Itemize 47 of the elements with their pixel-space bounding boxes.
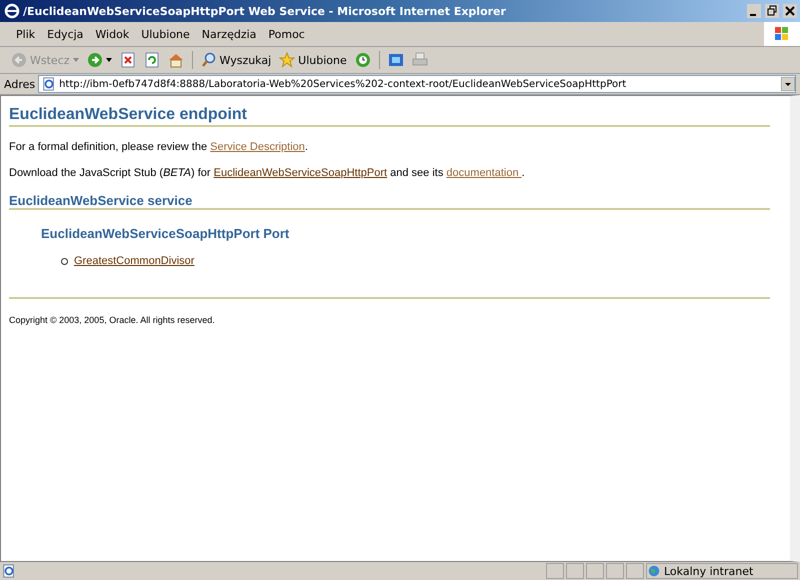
definition-text: For a formal definition, please review the Service Description. bbox=[9, 141, 309, 153]
ie-logo-icon bbox=[4, 3, 20, 19]
menu-item[interactable]: Widok bbox=[89, 28, 136, 40]
globe-icon bbox=[647, 564, 661, 578]
status-pane bbox=[626, 563, 644, 579]
status-pane bbox=[586, 563, 604, 579]
window-icon bbox=[388, 52, 404, 68]
star-icon bbox=[279, 52, 296, 68]
address-label: Adres bbox=[4, 78, 36, 90]
windows-logo-icon bbox=[764, 22, 800, 46]
dropdown-arrow-icon[interactable] bbox=[781, 77, 795, 91]
printer-icon bbox=[412, 52, 428, 68]
favorites-button[interactable]: Ulubione bbox=[276, 50, 350, 70]
minimize-icon[interactable] bbox=[746, 4, 762, 18]
menu-item[interactable]: Plik bbox=[10, 28, 42, 40]
restore-icon[interactable] bbox=[764, 4, 780, 18]
zone-text: Lokalny intranet bbox=[664, 564, 754, 578]
caret-icon bbox=[72, 58, 79, 62]
page-heading: EuclideanWebService endpoint bbox=[9, 106, 770, 127]
operation-link[interactable]: GreatestCommonDivisor bbox=[74, 255, 194, 267]
address-field[interactable]: http://ibm-0efb747d8f4:8888/Laboratoria-Web%20Services%202-context-root/EuclideanWebServiceSoapHttpPort bbox=[38, 75, 796, 93]
search-button[interactable]: Wyszukaj bbox=[198, 50, 274, 70]
close-icon[interactable] bbox=[782, 4, 798, 18]
menu-item[interactable]: Pomoc bbox=[262, 28, 311, 40]
download-text: Download the JavaScript Stub (BETA) for EuclideanWebServiceSoapHttpPort and see its documentation . bbox=[9, 167, 526, 179]
status-pane bbox=[546, 563, 564, 579]
status-pane bbox=[606, 563, 624, 579]
page-icon bbox=[2, 564, 16, 578]
page-icon bbox=[42, 77, 56, 91]
service-description-link[interactable]: Service Description bbox=[210, 141, 305, 153]
window-title: /EuclideanWebServiceSoapHttpPort Web Service - Microsoft Internet Explorer bbox=[23, 4, 507, 18]
menu-item[interactable]: Narzędzia bbox=[196, 28, 262, 40]
status-pane bbox=[566, 563, 584, 579]
port-heading: EuclideanWebServiceSoapHttpPort Port bbox=[41, 226, 290, 241]
menu-item[interactable]: Edycja bbox=[41, 28, 90, 40]
stub-link[interactable]: EuclideanWebServiceSoapHttpPort bbox=[214, 167, 388, 179]
menu-item[interactable]: Ulubione bbox=[135, 28, 196, 40]
clock-icon bbox=[354, 52, 371, 68]
copyright-text: Copyright © 2003, 2005, Oracle. All rights reserved. bbox=[9, 315, 216, 325]
caret-icon bbox=[106, 58, 112, 62]
stop-icon bbox=[120, 52, 136, 68]
documentation-link[interactable]: documentation bbox=[446, 167, 522, 179]
home-icon bbox=[168, 52, 184, 68]
search-icon bbox=[200, 52, 217, 68]
bullet-icon bbox=[61, 258, 68, 264]
refresh-icon bbox=[144, 52, 160, 68]
service-heading: EuclideanWebService service bbox=[9, 193, 770, 210]
